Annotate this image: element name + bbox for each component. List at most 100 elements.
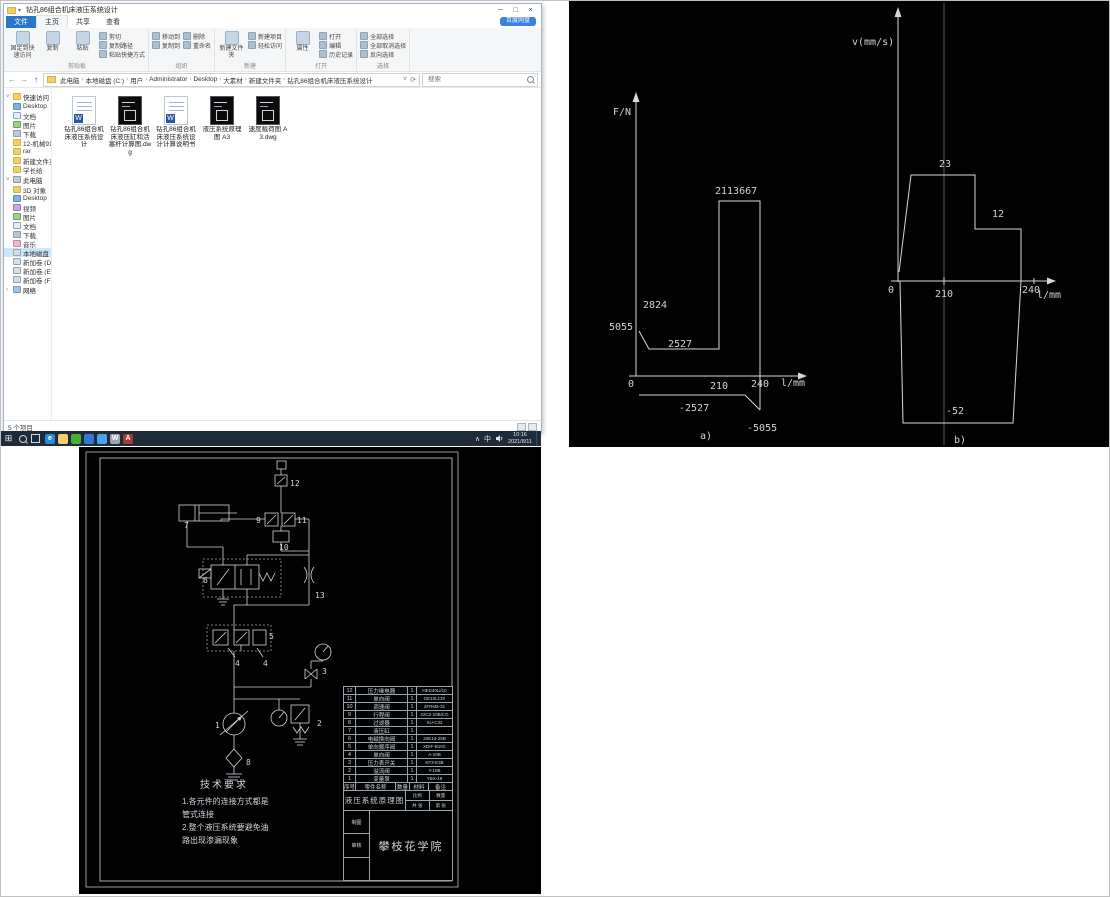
ribbon-button[interactable]: 属性 (289, 29, 316, 53)
file-item[interactable]: W钻孔86组合机床液压系统设计计算说明书 (154, 96, 198, 149)
breadcrumb-segment[interactable]: 用户 (129, 75, 144, 85)
field-sheet: 共 张 (406, 801, 430, 811)
ribbon-small-button[interactable]: 剪切 (99, 32, 145, 40)
ribbon-button[interactable]: 复制 (39, 29, 66, 53)
sidebar-item[interactable]: 本地磁盘 (C:) (4, 248, 51, 257)
sidebar-item[interactable]: Desktop (4, 102, 51, 111)
ribbon-small-button[interactable]: 复制路径 (99, 41, 145, 49)
ribbon-small-button[interactable]: 全部取消选择 (360, 41, 406, 49)
tab-share[interactable]: 共享 (68, 16, 98, 28)
search-icon[interactable] (527, 76, 534, 83)
sidebar-item[interactable]: 新加卷 (E:) (4, 266, 51, 275)
details-view-icon[interactable] (517, 423, 526, 431)
tray-expand-icon[interactable]: ∧ (475, 435, 480, 443)
show-desktop-button[interactable] (536, 431, 540, 446)
sidebar-item[interactable]: 图片 (4, 120, 51, 129)
taskbar-icon-file-explorer[interactable] (58, 434, 68, 444)
tab-view[interactable]: 查看 (98, 16, 128, 28)
tab-home[interactable]: 主页 (36, 15, 68, 28)
address-dropdown-icon[interactable]: ˅ (403, 76, 407, 84)
breadcrumb-segment[interactable]: Desktop (192, 76, 218, 83)
ribbon-small-button[interactable]: 轻松访问 (248, 41, 282, 49)
sidebar-item[interactable]: 音乐 (4, 239, 51, 248)
breadcrumb-segment[interactable]: Administrator (148, 76, 188, 83)
ribbon-small-button[interactable]: 历史记录 (319, 50, 353, 58)
ribbon-button[interactable]: 固定到快速访问 (9, 29, 36, 59)
start-button[interactable]: ⊞ (1, 431, 16, 446)
ribbon-small-button[interactable]: 粘贴快捷方式 (99, 50, 145, 58)
cad-hydraulic-schematic: 1 2 3 4 4 5 6 7 8 9 10 11 12 13 技术要求 1.各… (79, 447, 541, 894)
sidebar-section-header[interactable]: ˅此电脑 (4, 174, 51, 185)
back-button[interactable]: ← (7, 75, 17, 84)
volume-icon[interactable] (495, 434, 504, 443)
up-button[interactable]: ↑ (31, 75, 41, 84)
sidebar-item[interactable]: rar (4, 147, 51, 156)
breadcrumb-segment[interactable]: 大素材 (222, 75, 244, 85)
sidebar-item[interactable]: 新加卷 (F:) (4, 275, 51, 284)
breadcrumb-segment[interactable]: 新建文件夹 (248, 75, 283, 85)
ribbon-small-button[interactable]: 打开 (319, 32, 353, 40)
minimize-button[interactable]: ─ (493, 5, 508, 16)
ribbon-small-button[interactable]: 删除 (183, 32, 211, 40)
ribbon-small-button[interactable]: 反向选择 (360, 50, 406, 58)
taskbar-icon-browser-blue[interactable] (84, 434, 94, 444)
part-name: 变量泵 (356, 775, 408, 783)
taskbar-icon-qq[interactable] (97, 434, 107, 444)
forward-button[interactable]: → (19, 75, 29, 84)
sidebar-item[interactable]: 12-机械911-2 (2)8 (4, 138, 51, 147)
sidebar-item[interactable]: 学长给 (4, 165, 51, 174)
file-item[interactable]: 液压系统原理图 A3 (200, 96, 244, 141)
sidebar-section-header[interactable]: ˅快速访问 (4, 91, 51, 102)
breadcrumb-segment[interactable]: 钻孔86组合机床液压系统设计 (286, 75, 373, 85)
close-button[interactable]: × (523, 5, 538, 16)
chevron-down-icon[interactable]: ▾ (18, 7, 21, 14)
refresh-icon[interactable]: ⟳ (410, 76, 416, 84)
taskbar-clock[interactable]: 10:16 2021/8/11 (508, 432, 532, 446)
thumbnail-view-icon[interactable] (528, 423, 537, 431)
task-view-button[interactable] (29, 434, 42, 443)
sidebar-item[interactable]: 3D 对象 (4, 185, 51, 194)
taskbar-search-button[interactable] (16, 435, 29, 443)
search-input[interactable] (426, 75, 527, 84)
video-icon (13, 204, 21, 211)
breadcrumb-segment[interactable]: 本地磁盘 (C:) (85, 75, 126, 85)
cloud-sync-button[interactable]: 百度网盘 (500, 17, 536, 26)
sidebar-item[interactable]: 下载 (4, 230, 51, 239)
ribbon-button[interactable]: 新建文件夹 (218, 29, 245, 59)
sidebar-item[interactable]: 文档 (4, 221, 51, 230)
taskbar-icon-edge[interactable]: e (45, 434, 55, 444)
ribbon-group-label: 选择 (360, 63, 406, 71)
file-item[interactable]: W钻孔86组合机床液压系统设计 (62, 96, 106, 149)
parts-table-row: 6电磁换向阀134E10-25B (344, 735, 453, 743)
taskbar-icon-browser-360[interactable] (71, 434, 81, 444)
taskbar-icon-wps[interactable]: W (110, 434, 120, 444)
sidebar-item[interactable]: 视频 (4, 203, 51, 212)
sidebar-item[interactable]: 文档 (4, 111, 51, 120)
sidebar-item[interactable]: 下载 (4, 129, 51, 138)
sidebar-item[interactable]: 新加卷 (D:) (4, 257, 51, 266)
breadcrumb-box[interactable]: 此电脑›本地磁盘 (C:)›用户›Administrator›Desktop›大… (43, 73, 420, 87)
ribbon-small-button[interactable]: 复制到 (152, 41, 180, 49)
ribbon-small-button[interactable]: 新建项目 (248, 32, 282, 40)
sidebar-section-header[interactable]: ›网络 (4, 284, 51, 295)
file-item[interactable]: 钻孔86组合机床液压缸和活塞杆计算图.dwg (108, 96, 152, 157)
tab-file[interactable]: 文件 (6, 16, 36, 28)
ribbon-small-button[interactable]: 编辑 (319, 41, 353, 49)
sidebar-item[interactable]: 新建文件夹 (4, 156, 51, 165)
folder-icon (47, 76, 56, 83)
maximize-button[interactable]: □ (508, 5, 523, 16)
breadcrumb-segment[interactable]: 此电脑 (59, 75, 81, 85)
ribbon-button[interactable]: 粘贴 (69, 29, 96, 53)
ime-indicator[interactable]: 中 (484, 434, 491, 444)
ribbon-small-button[interactable]: 重命名 (183, 41, 211, 49)
explorer-titlebar[interactable]: ▾ 钻孔86组合机床液压系统设计 ─ □ × (4, 4, 541, 16)
sidebar-item[interactable]: 图片 (4, 212, 51, 221)
parts-table-row: 1变量泵1YBX-16 (344, 775, 453, 783)
sidebar-item[interactable]: Desktop (4, 194, 51, 203)
tech-requirement-line: 管式连接 (182, 808, 269, 821)
file-item[interactable]: 速度载荷图 A3.dwg (246, 96, 290, 141)
taskbar-icon-autocad[interactable]: A (123, 434, 133, 444)
ribbon-small-button[interactable]: 移动到 (152, 32, 180, 40)
force-fast-value: 2824 (643, 300, 667, 311)
ribbon-small-button[interactable]: 全部选择 (360, 32, 406, 40)
